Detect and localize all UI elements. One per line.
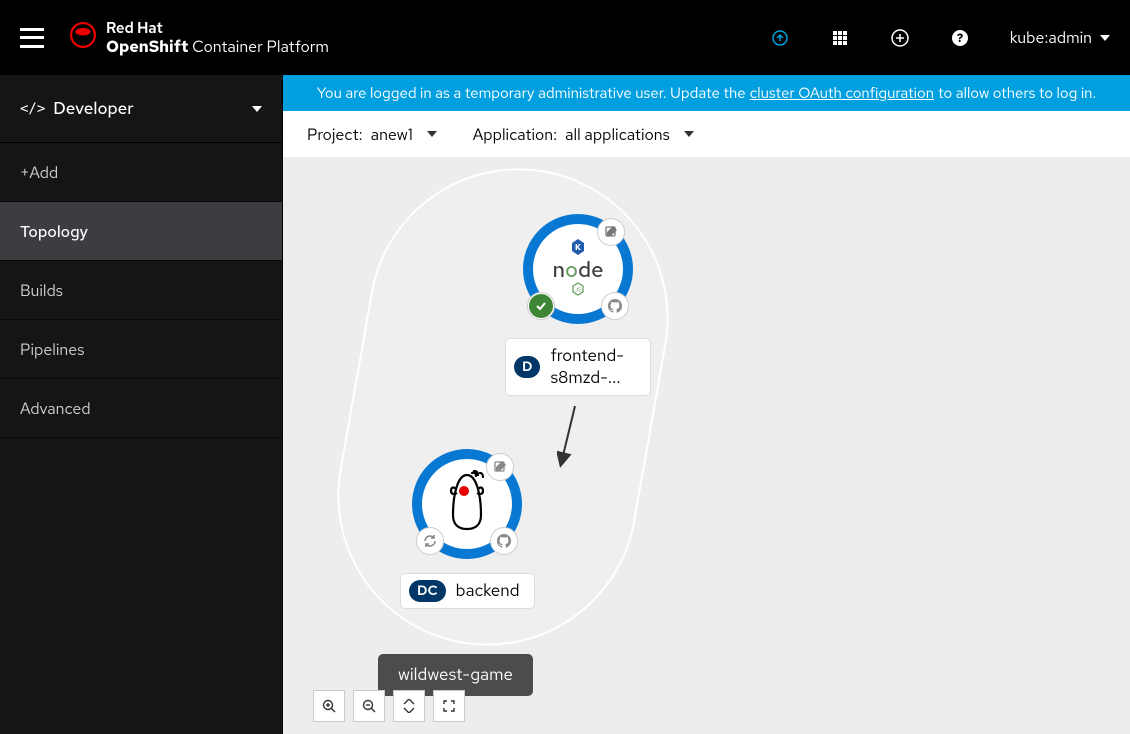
- app-label: Application:: [473, 124, 557, 145]
- project-selector[interactable]: Project: anew1: [307, 124, 437, 145]
- hamburger-menu-icon[interactable]: [20, 28, 44, 48]
- connector-arrow-icon: [557, 404, 587, 474]
- node-label[interactable]: D frontend-s8mzd-...: [505, 338, 651, 396]
- topology-canvas[interactable]: K node JS D fr: [283, 157, 1130, 734]
- code-icon: </>: [20, 101, 45, 117]
- banner-pre: You are logged in as a temporary adminis…: [317, 83, 746, 103]
- edit-route-icon[interactable]: [597, 218, 625, 246]
- toolbar: Project: anew1 Application: all applicat…: [283, 111, 1130, 157]
- import-icon[interactable]: [770, 28, 790, 48]
- application-group[interactable]: K node JS D fr: [314, 145, 693, 670]
- source-repo-icon[interactable]: [601, 292, 629, 320]
- zoom-out-button[interactable]: [353, 690, 385, 722]
- zoom-controls: [313, 690, 465, 722]
- caret-down-icon: [684, 131, 694, 137]
- user-menu[interactable]: kube:admin: [1010, 27, 1110, 48]
- brand-bottom: OpenShift Container Platform: [106, 37, 329, 56]
- node-circle[interactable]: [412, 449, 522, 559]
- svg-text:?: ?: [956, 30, 963, 46]
- source-repo-icon[interactable]: [490, 527, 518, 555]
- brand: Red Hat OpenShift Container Platform: [70, 19, 329, 56]
- topology-node-frontend[interactable]: K node JS D fr: [505, 214, 651, 396]
- caret-down-icon: [427, 131, 437, 137]
- zoom-reset-button[interactable]: [433, 690, 465, 722]
- redhat-logo-icon: [70, 22, 96, 53]
- banner-link[interactable]: cluster OAuth configuration: [750, 83, 934, 103]
- svg-text:node: node: [552, 255, 603, 284]
- node-name: backend: [456, 580, 520, 602]
- nav-item-add[interactable]: +Add: [0, 143, 282, 202]
- edit-route-icon[interactable]: [486, 453, 514, 481]
- node-circle[interactable]: K node JS: [523, 214, 633, 324]
- node-name: frontend-s8mzd-...: [550, 345, 636, 389]
- node-label[interactable]: DC backend: [400, 573, 535, 609]
- project-label: Project:: [307, 124, 363, 145]
- sidebar: </> Developer +Add Topology Builds Pipel…: [0, 75, 283, 734]
- apps-grid-icon[interactable]: [830, 28, 850, 48]
- nav-item-builds[interactable]: Builds: [0, 261, 282, 320]
- zoom-in-button[interactable]: [313, 690, 345, 722]
- admin-banner: You are logged in as a temporary adminis…: [283, 75, 1130, 111]
- header: Red Hat OpenShift Container Platform ? k…: [0, 0, 1130, 75]
- topology-node-backend[interactable]: DC backend: [400, 449, 535, 609]
- caret-down-icon: [1100, 35, 1110, 41]
- nav-item-topology[interactable]: Topology: [0, 202, 282, 261]
- perspective-label: Developer: [53, 98, 133, 120]
- svg-text:JS: JS: [574, 285, 582, 293]
- kind-badge: D: [514, 356, 540, 378]
- app-value: all applications: [565, 124, 670, 145]
- banner-post: to allow others to log in.: [938, 83, 1096, 103]
- nodejs-runtime-icon: K node JS: [542, 237, 614, 302]
- application-selector[interactable]: Application: all applications: [473, 124, 694, 145]
- status-ok-icon: [527, 292, 555, 320]
- help-icon[interactable]: ?: [950, 28, 970, 48]
- brand-top: Red Hat: [106, 19, 329, 37]
- project-value: anew1: [371, 124, 413, 145]
- caret-down-icon: [252, 106, 262, 112]
- nav-item-pipelines[interactable]: Pipelines: [0, 320, 282, 379]
- user-name: kube:admin: [1010, 27, 1092, 48]
- perspective-switcher[interactable]: </> Developer: [0, 75, 282, 143]
- sync-icon[interactable]: [416, 527, 444, 555]
- zoom-fit-button[interactable]: [393, 690, 425, 722]
- nav-item-advanced[interactable]: Advanced: [0, 379, 282, 438]
- svg-text:K: K: [575, 243, 581, 253]
- kind-badge: DC: [409, 580, 446, 602]
- add-icon[interactable]: [890, 28, 910, 48]
